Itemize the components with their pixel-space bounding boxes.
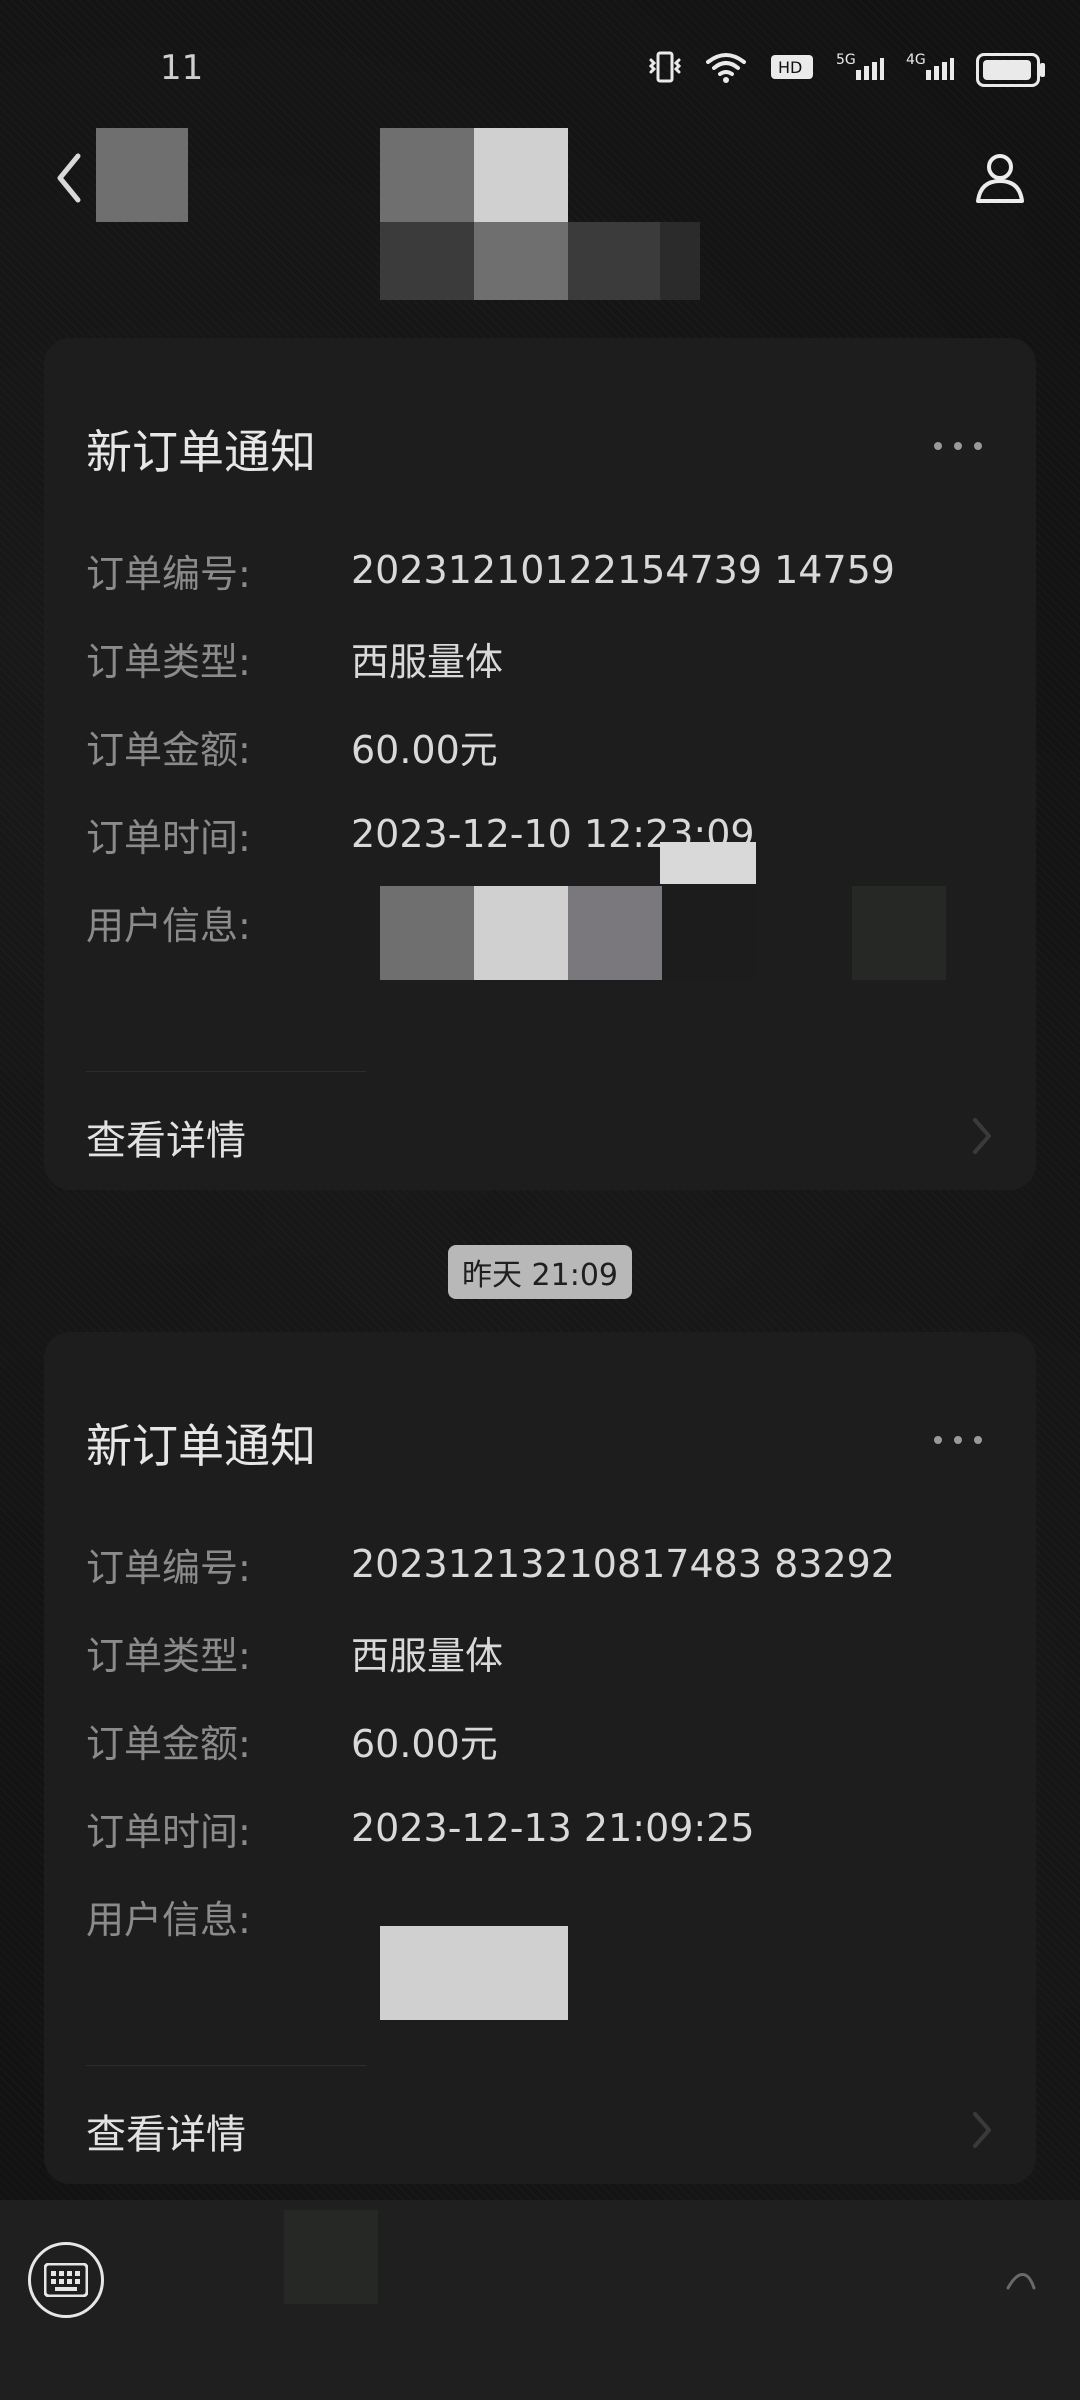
order-amount-value: 60.00元	[351, 727, 498, 772]
order-number-row: 订单编号: 20231213210817483 83292	[86, 1534, 994, 1594]
order-number-row: 订单编号: 20231210122154739 14759	[86, 540, 994, 600]
redacted-block	[474, 886, 568, 980]
more-icon-dot	[934, 1436, 942, 1444]
4g-signal-icon: 4G	[906, 50, 954, 89]
person-icon	[976, 154, 1024, 203]
order-type-row: 订单类型: 西服量体	[86, 1622, 994, 1682]
order-card: 新订单通知 订单编号: 20231213210817483 83292 订单类型…	[44, 1332, 1036, 2184]
hd-icon: HD	[770, 50, 814, 89]
more-icon-dot	[954, 442, 962, 450]
divider	[86, 1071, 366, 1072]
timestamp-chip: 昨天 21:09	[448, 1245, 632, 1299]
user-info-label: 用户信息:	[86, 903, 251, 948]
5g-text: 5G	[836, 52, 856, 68]
status-icons: HD 5G 4G	[648, 50, 1045, 89]
keyboard-icon	[44, 2263, 88, 2297]
more-options-button[interactable]	[934, 1430, 994, 1450]
more-icon-dot	[954, 1436, 962, 1444]
order-type-value: 西服量体	[351, 1633, 504, 1678]
redacted-block	[662, 886, 756, 980]
order-number-value: 20231210122154739 14759	[351, 548, 895, 592]
redacted-block	[568, 222, 662, 300]
redacted-block	[380, 222, 474, 300]
divider	[86, 2065, 366, 2066]
chevron-left-icon	[57, 153, 81, 203]
order-amount-label: 订单金额:	[86, 1721, 251, 1766]
more-icon-dot	[974, 442, 982, 450]
hd-text: HD	[778, 58, 802, 77]
chevron-right-icon[interactable]	[968, 1116, 996, 1156]
battery-icon	[976, 52, 1045, 87]
menu-icon[interactable]	[1000, 2260, 1040, 2300]
card-title: 新订单通知	[86, 425, 316, 479]
back-button[interactable]	[38, 148, 98, 208]
redacted-block	[852, 886, 946, 980]
bottom-input-bar	[0, 2200, 1080, 2400]
redacted-block	[284, 2210, 378, 2304]
redacted-block	[380, 128, 474, 222]
redacted-block	[660, 842, 756, 884]
order-number-label: 订单编号:	[86, 1545, 251, 1590]
order-type-row: 订单类型: 西服量体	[86, 628, 994, 688]
order-time-row: 订单时间: 2023-12-10 12:23:09	[86, 804, 994, 864]
order-type-label: 订单类型:	[86, 639, 251, 684]
more-icon-dot	[974, 1436, 982, 1444]
user-info-label: 用户信息:	[86, 1897, 251, 1942]
order-card: 新订单通知 订单编号: 20231210122154739 14759 订单类型…	[44, 338, 1036, 1190]
status-bar: 11 HD 5G 4G	[0, 0, 1080, 140]
order-number-label: 订单编号:	[86, 551, 251, 596]
order-amount-label: 订单金额:	[86, 727, 251, 772]
redacted-block	[474, 128, 568, 222]
order-type-label: 订单类型:	[86, 1633, 251, 1678]
more-icon-dot	[934, 442, 942, 450]
chevron-right-icon[interactable]	[968, 2110, 996, 2150]
redacted-block	[568, 886, 662, 980]
order-time-label: 订单时间:	[86, 1809, 251, 1854]
redacted-block	[96, 128, 188, 222]
4g-text: 4G	[906, 52, 926, 68]
view-details-link[interactable]: 查看详情	[86, 2102, 246, 2160]
order-type-value: 西服量体	[351, 639, 504, 684]
order-number-value: 20231213210817483 83292	[351, 1542, 895, 1586]
5g-signal-icon: 5G	[836, 50, 884, 89]
more-options-button[interactable]	[934, 436, 994, 456]
redacted-block	[380, 886, 474, 980]
battery-fill	[983, 59, 1031, 80]
order-amount-value: 60.00元	[351, 1721, 498, 1766]
profile-button[interactable]	[965, 142, 1035, 212]
order-time-label: 订单时间:	[86, 815, 251, 860]
order-amount-row: 订单金额: 60.00元	[86, 716, 994, 776]
order-amount-row: 订单金额: 60.00元	[86, 1710, 994, 1770]
wifi-icon	[704, 50, 748, 89]
order-time-row: 订单时间: 2023-12-13 21:09:25	[86, 1798, 994, 1858]
keyboard-button[interactable]	[28, 2242, 104, 2318]
view-details-link[interactable]: 查看详情	[86, 1108, 246, 1166]
vibrate-icon	[648, 50, 682, 89]
order-time-value: 2023-12-13 21:09:25	[351, 1806, 755, 1850]
redacted-block	[660, 222, 700, 300]
card-title: 新订单通知	[86, 1419, 316, 1473]
status-time: 11	[160, 48, 204, 88]
redacted-block	[380, 1926, 568, 2020]
redacted-block	[474, 222, 568, 300]
